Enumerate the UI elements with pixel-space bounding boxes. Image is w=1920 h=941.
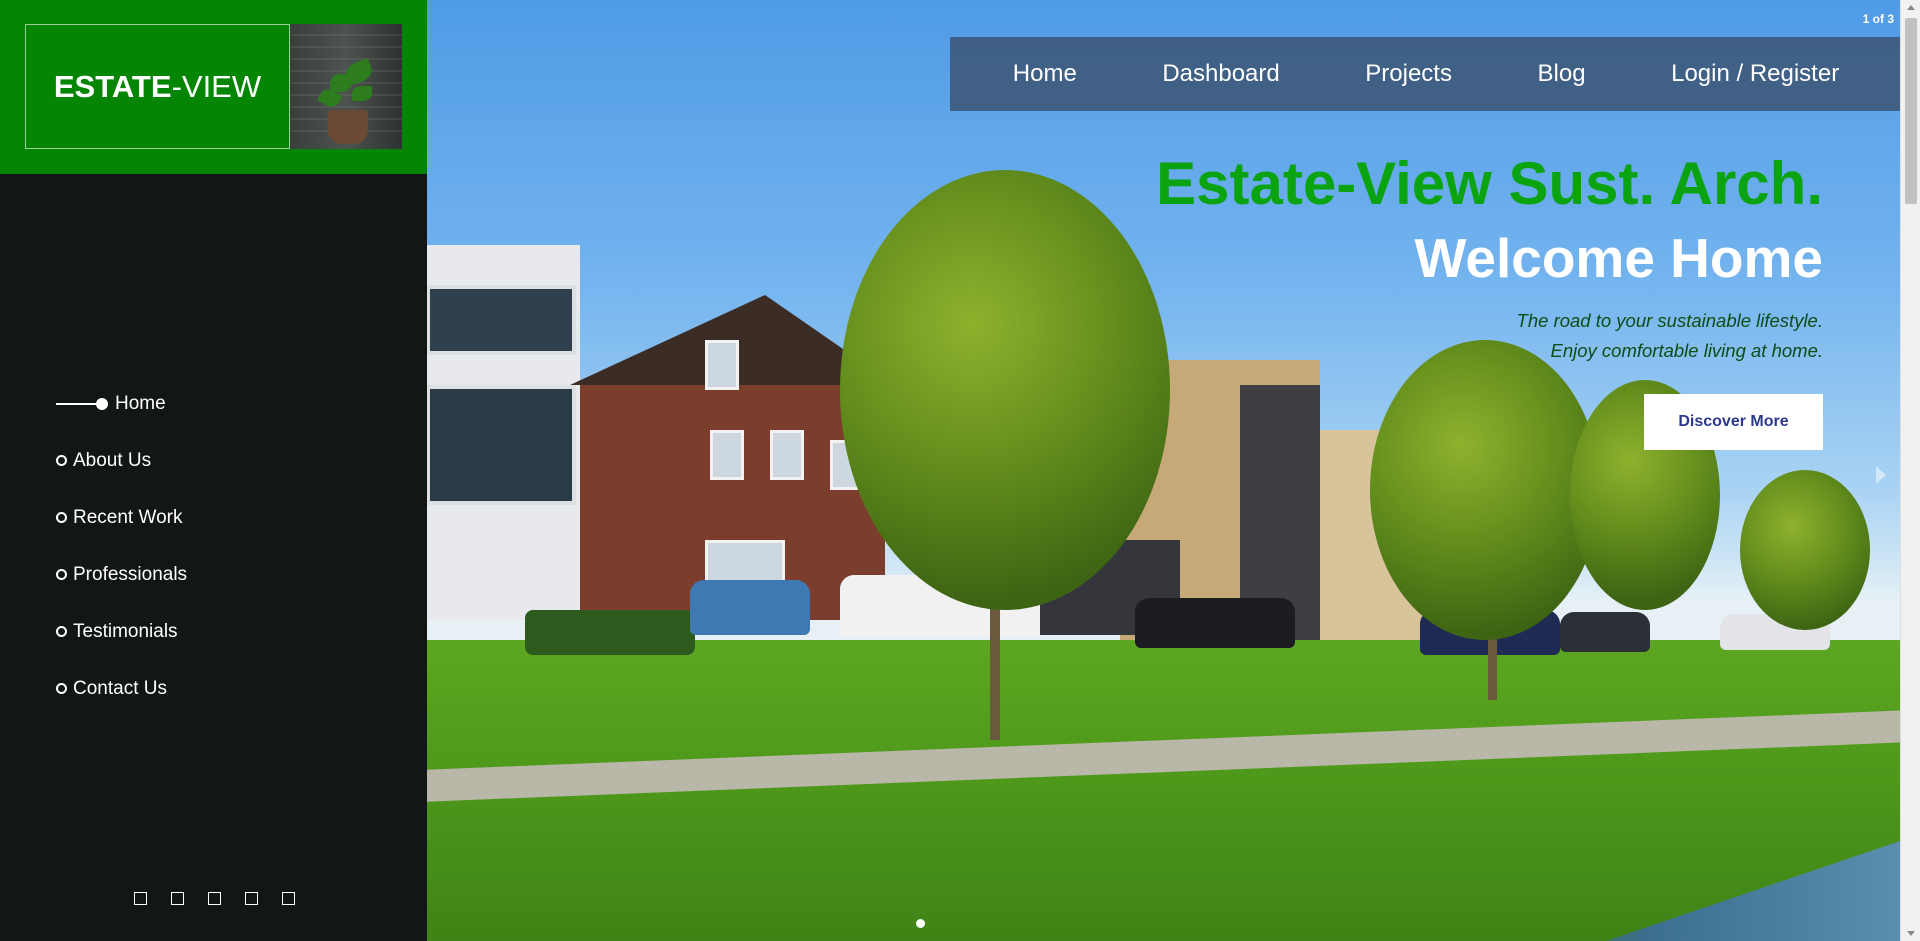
slide-counter: 1 of 3: [1862, 12, 1894, 26]
logo-rest: -VIEW: [171, 68, 262, 104]
next-arrow-icon[interactable]: [1876, 466, 1886, 484]
active-line-icon: [56, 402, 96, 405]
top-nav-home[interactable]: Home: [1013, 60, 1077, 88]
top-nav-login-register[interactable]: Login / Register: [1671, 60, 1839, 88]
plant-photo: [290, 24, 402, 149]
hero-subtitle: Welcome Home: [1414, 227, 1823, 289]
tree: [840, 170, 1170, 610]
side-nav-label: Professionals: [73, 563, 188, 585]
car: [690, 580, 810, 635]
scroll-down-icon[interactable]: [1907, 931, 1915, 936]
hero-tagline-1: The road to your sustainable lifestyle.: [1516, 310, 1823, 331]
hedge: [525, 610, 695, 655]
side-nav-label: About Us: [73, 449, 152, 471]
logo[interactable]: ESTATE -VIEW: [25, 24, 290, 149]
side-nav-label: Contact Us: [73, 677, 167, 699]
discover-more-button[interactable]: Discover More: [1644, 394, 1823, 450]
page: ESTATE -VIEW Home About Us Recent Work P…: [0, 0, 1920, 941]
side-nav-item-testimonials[interactable]: Testimonials: [56, 603, 187, 660]
pager-square-icon[interactable]: [208, 892, 221, 905]
side-nav: Home About Us Recent Work Professionals …: [56, 375, 187, 717]
logo-bar: ESTATE -VIEW: [0, 0, 427, 174]
pager-square-icon[interactable]: [282, 892, 295, 905]
nav-dot-icon: [56, 626, 67, 637]
side-nav-item-recent-work[interactable]: Recent Work: [56, 489, 187, 546]
side-nav-item-professionals[interactable]: Professionals: [56, 546, 187, 603]
scroll-up-icon[interactable]: [1907, 5, 1915, 10]
scrollbar-thumb[interactable]: [1905, 18, 1917, 204]
logo-bold: ESTATE: [53, 68, 172, 104]
side-pager: [134, 892, 295, 905]
pager-square-icon[interactable]: [245, 892, 258, 905]
nav-dot-icon: [56, 512, 67, 523]
nav-dot-icon: [56, 455, 67, 466]
top-nav-dashboard[interactable]: Dashboard: [1162, 60, 1279, 88]
tree: [1370, 340, 1600, 640]
nav-dot-icon: [56, 683, 67, 694]
tree: [1740, 470, 1870, 630]
house-modern-white: [420, 245, 580, 620]
top-nav-blog[interactable]: Blog: [1538, 60, 1586, 88]
top-nav: Home Dashboard Projects Blog Login / Reg…: [950, 37, 1900, 111]
top-nav-projects[interactable]: Projects: [1365, 60, 1452, 88]
sidebar: ESTATE -VIEW Home About Us Recent Work P…: [0, 0, 427, 941]
side-nav-item-home[interactable]: Home: [56, 375, 187, 432]
side-nav-label: Home: [115, 392, 166, 414]
side-nav-item-about-us[interactable]: About Us: [56, 432, 187, 489]
side-nav-label: Testimonials: [73, 620, 178, 642]
slide-dot-icon[interactable]: [916, 919, 925, 928]
pager-square-icon[interactable]: [134, 892, 147, 905]
scrollbar[interactable]: [1900, 0, 1920, 941]
side-nav-item-contact-us[interactable]: Contact Us: [56, 660, 187, 717]
hero-title: Estate-View Sust. Arch.: [1156, 150, 1823, 217]
side-nav-label: Recent Work: [73, 506, 183, 528]
car: [1560, 612, 1650, 652]
nav-dot-icon: [56, 569, 67, 580]
hero-tagline-2: Enjoy comfortable living at home.: [1550, 340, 1824, 361]
nav-dot-icon: [96, 397, 108, 410]
hero-text: Estate-View Sust. Arch. Welcome Home The…: [1156, 148, 1823, 366]
car: [1135, 598, 1295, 648]
pager-square-icon[interactable]: [171, 892, 184, 905]
